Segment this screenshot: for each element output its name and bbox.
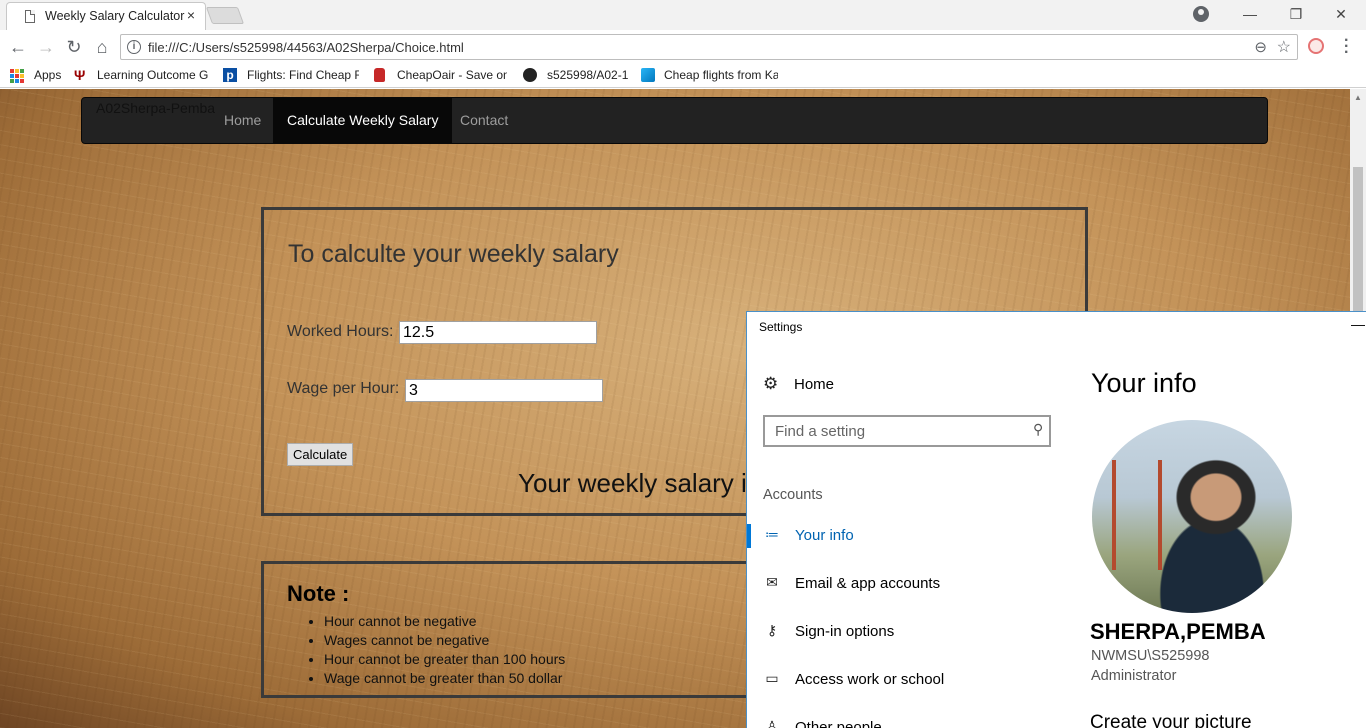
note-item: Hour cannot be greater than 100 hours bbox=[324, 650, 565, 669]
user-avatar bbox=[1092, 420, 1292, 613]
settings-item-label: Your info bbox=[795, 527, 854, 544]
home-icon[interactable]: ⌂ bbox=[91, 36, 113, 58]
create-picture-heading: Create your picture bbox=[1090, 712, 1252, 728]
note-list: Hour cannot be negative Wages cannot be … bbox=[324, 612, 565, 688]
bookmarks-bar: Apps Ψ Learning Outcome Gu p Flights: Fi… bbox=[0, 64, 1366, 88]
address-bar[interactable]: i file:///C:/Users/s525998/44563/A02Sher… bbox=[120, 34, 1298, 60]
tab-strip: Weekly Salary Calculator × — ❐ ✕ bbox=[0, 0, 1366, 30]
user-role: Administrator bbox=[1091, 668, 1177, 684]
briefcase-icon: ▭ bbox=[765, 670, 779, 686]
person-icon: ♙ bbox=[765, 718, 779, 728]
search-icon[interactable]: ⚲ bbox=[1033, 421, 1043, 438]
site-info-icon[interactable]: i bbox=[127, 40, 141, 54]
extension-icon[interactable] bbox=[1308, 38, 1324, 54]
email-icon: ✉ bbox=[766, 574, 778, 590]
settings-titlebar: Settings — bbox=[747, 312, 1366, 342]
reload-icon[interactable]: ↻ bbox=[63, 36, 85, 58]
calculator-title: To calculte your weekly salary bbox=[288, 240, 619, 268]
new-tab-button[interactable] bbox=[205, 7, 245, 24]
calculate-button[interactable]: Calculate bbox=[287, 443, 354, 466]
note-item: Hour cannot be negative bbox=[324, 612, 565, 631]
user-account-id: NWMSU\S525998 bbox=[1091, 648, 1210, 664]
window-restore-button[interactable]: ❐ bbox=[1273, 0, 1319, 30]
nav-contact[interactable]: Contact bbox=[446, 98, 522, 143]
settings-item-label: Email & app accounts bbox=[795, 575, 941, 592]
settings-item-your-info[interactable]: ≔ Your info bbox=[747, 516, 1077, 556]
window-close-button[interactable]: ✕ bbox=[1318, 0, 1364, 30]
profile-icon[interactable] bbox=[1193, 6, 1209, 22]
find-setting-search[interactable]: Find a setting ⚲ bbox=[763, 415, 1051, 447]
worked-hours-label: Worked Hours: bbox=[287, 323, 394, 340]
gear-icon: ⚙ bbox=[763, 374, 779, 393]
browser-toolbar: ← → ↻ ⌂ i file:///C:/Users/s525998/44563… bbox=[0, 30, 1366, 64]
note-item: Wage cannot be greater than 50 dollar bbox=[324, 669, 565, 688]
apps-grid-icon bbox=[10, 69, 24, 83]
search-placeholder: Find a setting bbox=[775, 423, 866, 440]
url-text[interactable]: file:///C:/Users/s525998/44563/A02Sherpa… bbox=[148, 40, 464, 55]
accounts-section-header: Accounts bbox=[763, 487, 823, 503]
kayak-icon bbox=[641, 68, 655, 82]
bookmark-kayak[interactable]: Cheap flights from Ka bbox=[664, 68, 778, 82]
settings-item-label: Access work or school bbox=[795, 671, 945, 688]
person-list-icon: ≔ bbox=[765, 526, 779, 542]
cheapoair-icon bbox=[374, 68, 385, 82]
bookmark-flights[interactable]: Flights: Find Cheap Fl bbox=[247, 68, 359, 82]
note-item: Wages cannot be negative bbox=[324, 631, 565, 650]
settings-item-sign-in-options[interactable]: ⚷ Sign-in options bbox=[747, 612, 1077, 652]
nav-home[interactable]: Home bbox=[210, 98, 275, 143]
iu-logo-icon: Ψ bbox=[74, 67, 86, 83]
wage-per-hour-label: Wage per Hour: bbox=[287, 380, 400, 397]
user-display-name: SHERPA,PEMBA bbox=[1090, 619, 1266, 644]
your-info-heading: Your info bbox=[1091, 368, 1197, 398]
avatar-photo-detail bbox=[1112, 460, 1162, 570]
settings-item-label: Sign-in options bbox=[795, 623, 895, 640]
wage-per-hour-input[interactable] bbox=[405, 379, 603, 402]
site-brand[interactable]: A02Sherpa-Pemba bbox=[96, 100, 215, 116]
settings-minimize-button[interactable]: — bbox=[1351, 316, 1365, 332]
tab-title: Weekly Salary Calculator bbox=[45, 9, 185, 23]
site-navbar: A02Sherpa-Pemba Home Calculate Weekly Sa… bbox=[81, 97, 1268, 144]
settings-home-link[interactable]: Home bbox=[794, 376, 834, 393]
settings-window: Settings — ⚙ Home Find a setting ⚲ Accou… bbox=[746, 311, 1366, 728]
settings-window-title: Settings bbox=[759, 320, 803, 334]
window-minimize-button[interactable]: — bbox=[1227, 0, 1273, 30]
page-icon bbox=[25, 10, 35, 23]
scroll-up-icon[interactable]: ▲ bbox=[1354, 93, 1362, 102]
priceline-icon: p bbox=[223, 68, 237, 82]
note-title: Note : bbox=[287, 581, 350, 606]
bookmark-cheapoair[interactable]: CheapOair - Save on bbox=[397, 68, 507, 82]
browser-menu-icon[interactable]: · · · bbox=[1344, 33, 1349, 61]
browser-tab[interactable]: Weekly Salary Calculator × bbox=[6, 2, 206, 30]
settings-item-email-app-accounts[interactable]: ✉ Email & app accounts bbox=[747, 564, 1077, 604]
bookmark-learning-outcome[interactable]: Learning Outcome Gu bbox=[97, 68, 209, 82]
bookmark-github[interactable]: s525998/A02-1 bbox=[547, 68, 628, 82]
nav-calculate-weekly-salary[interactable]: Calculate Weekly Salary bbox=[273, 98, 453, 143]
settings-item-access-work-school[interactable]: ▭ Access work or school bbox=[747, 660, 1077, 700]
github-icon bbox=[523, 68, 537, 82]
zoom-icon[interactable]: ⊖ bbox=[1254, 38, 1267, 56]
bookmark-star-icon[interactable]: ☆ bbox=[1277, 37, 1291, 57]
settings-item-label: Other people bbox=[795, 719, 882, 728]
close-tab-icon[interactable]: × bbox=[187, 7, 195, 23]
bookmark-apps[interactable]: Apps bbox=[34, 68, 61, 82]
worked-hours-input[interactable] bbox=[399, 321, 597, 344]
back-arrow-icon[interactable]: ← bbox=[7, 36, 29, 58]
settings-item-other-people[interactable]: ♙ Other people bbox=[747, 708, 1077, 728]
forward-arrow-icon[interactable]: → bbox=[35, 36, 57, 58]
key-icon: ⚷ bbox=[766, 622, 778, 638]
